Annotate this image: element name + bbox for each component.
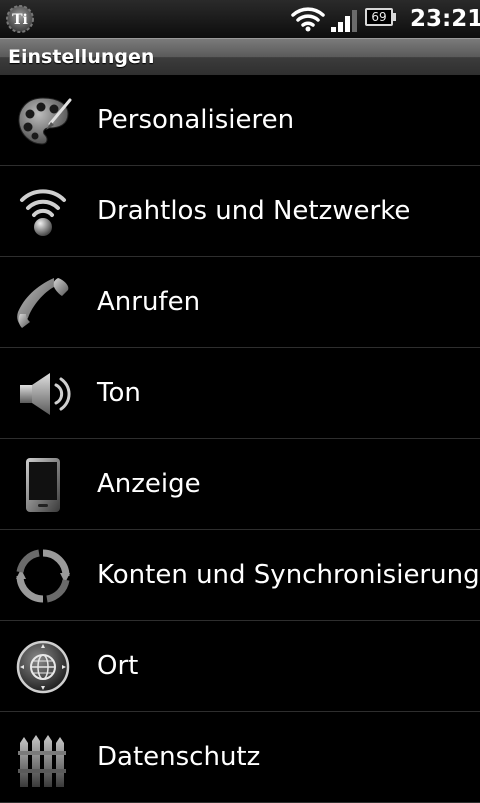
settings-item-label: Anzeige	[97, 469, 201, 499]
privacy-fence-icon	[18, 735, 66, 787]
phone-handset-icon	[17, 278, 69, 328]
location-globe-icon	[16, 640, 70, 694]
settings-item-label: Konten und Synchronisierung	[97, 560, 480, 590]
palette-icon	[18, 97, 72, 145]
status-clock: 23:21	[410, 6, 480, 32]
settings-item-label: Ton	[97, 378, 141, 408]
battery-level: 69	[371, 10, 387, 24]
display-icon	[26, 458, 60, 512]
page-title: Einstellungen	[8, 46, 155, 68]
settings-item-konten[interactable]: Konten und Synchronisierung	[0, 530, 480, 621]
wireless-icon	[20, 189, 66, 236]
settings-item-datenschutz[interactable]: Datenschutz	[0, 712, 480, 803]
settings-item-label: Datenschutz	[97, 742, 261, 772]
settings-item-ort[interactable]: Ort	[0, 621, 480, 712]
settings-item-drahtlos[interactable]: Drahtlos und Netzwerke	[0, 166, 480, 257]
signal-strength-icon	[331, 10, 357, 32]
settings-item-label: Anrufen	[97, 287, 201, 317]
settings-item-label: Drahtlos und Netzwerke	[97, 196, 411, 226]
titanium-app-icon[interactable]: Ti	[4, 3, 36, 35]
settings-item-personalisieren[interactable]: Personalisieren	[0, 75, 480, 166]
settings-item-label: Ort	[97, 651, 139, 681]
settings-item-anzeige[interactable]: Anzeige	[0, 439, 480, 530]
sync-icon	[16, 549, 70, 603]
svg-text:Ti: Ti	[12, 12, 28, 28]
settings-item-label: Personalisieren	[97, 105, 295, 135]
speaker-icon	[20, 373, 71, 415]
battery-tip	[393, 13, 396, 21]
settings-item-ton[interactable]: Ton	[0, 348, 480, 439]
battery-indicator: 69	[365, 8, 397, 28]
wifi-icon	[291, 7, 325, 32]
settings-list: Personalisieren Drahtlos und Netzwerke A…	[0, 75, 480, 803]
status-bar: Ti 69 23:21	[0, 0, 480, 38]
title-bar: Einstellungen	[0, 38, 480, 75]
settings-item-anrufen[interactable]: Anrufen	[0, 257, 480, 348]
